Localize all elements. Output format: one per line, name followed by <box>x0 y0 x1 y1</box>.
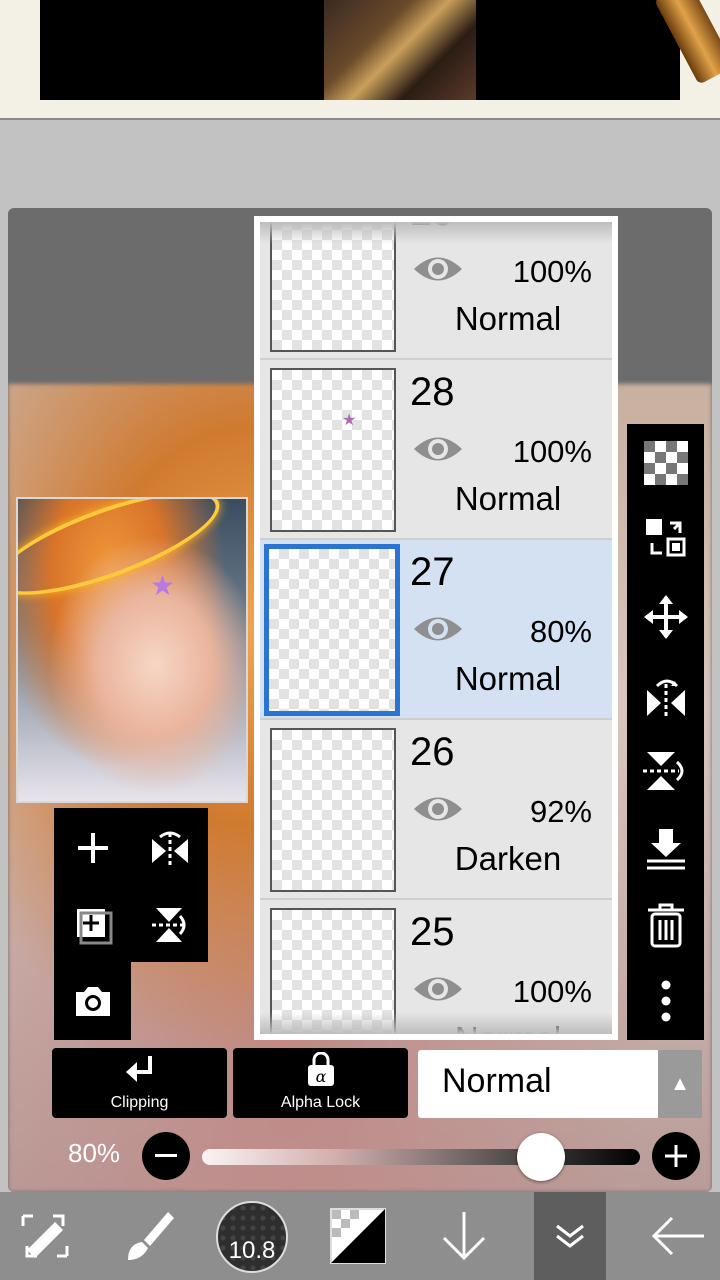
brush-icon <box>128 1212 174 1260</box>
layer-number: 29 <box>410 222 455 235</box>
flip-horizontal-icon <box>646 679 685 718</box>
flip-horizontal-button[interactable] <box>131 808 208 888</box>
opacity-label: 80% <box>68 1138 121 1168</box>
add-layer-icon <box>77 833 108 863</box>
layers-collapse-icon <box>556 1224 584 1248</box>
flip-horizontal-icon <box>151 831 188 865</box>
layer-tools-bar <box>627 424 704 1040</box>
dropdown-arrow-icon[interactable]: ▲ <box>658 1050 702 1118</box>
layer-blend-mode: Normal <box>454 300 562 337</box>
layer-opacity: 80% <box>529 614 592 649</box>
layer-list[interactable]: 29 100% Normal ★ 28 100% Normal 27 80% N… <box>260 222 612 1034</box>
star-sticker: ★ <box>150 570 176 601</box>
layer-thumbnail[interactable] <box>270 908 396 1034</box>
minus-icon <box>155 1154 177 1157</box>
visibility-eye-icon[interactable] <box>412 252 464 286</box>
layer-row[interactable]: 26 92% Darken <box>260 720 612 900</box>
alpha-lock-button[interactable]: α Alpha Lock <box>233 1048 408 1118</box>
blend-mode-select[interactable]: Normal ▲ <box>418 1050 702 1118</box>
color-icon <box>330 1208 386 1264</box>
delete-layer-button[interactable] <box>627 890 704 960</box>
camera-icon <box>75 987 110 1016</box>
visibility-eye-icon[interactable] <box>412 792 464 826</box>
layer-blend-mode: Normal <box>410 1020 606 1034</box>
layer-number: 28 <box>410 370 455 414</box>
duplicate-layer-icon <box>76 909 112 945</box>
brush-size-button[interactable]: 10.8 <box>216 1201 288 1273</box>
opacity-decrease-button[interactable] <box>142 1132 190 1180</box>
merge-down-button[interactable] <box>627 814 704 884</box>
swap-layer-icon <box>645 519 685 557</box>
move-button[interactable] <box>627 582 704 652</box>
alpha-lock-label: Alpha Lock <box>280 1094 361 1111</box>
transparency-button[interactable] <box>627 428 704 498</box>
ad-bottle-image <box>654 0 720 85</box>
bottom-toolbar <box>0 1192 720 1280</box>
color-picker-button[interactable] <box>320 1192 396 1280</box>
ad-image <box>324 0 720 100</box>
layer-thumbnail[interactable]: ★ <box>270 368 396 532</box>
layer-opacity: 92% <box>529 794 592 829</box>
swap-layer-button[interactable] <box>627 502 704 572</box>
brush-tool-button[interactable] <box>108 1192 188 1280</box>
trash-icon <box>647 903 684 948</box>
alpha-lock-icon: α <box>308 1052 334 1086</box>
layer-number: 27 <box>410 550 455 594</box>
flip-vertical-button[interactable] <box>131 888 208 962</box>
halo-shape <box>18 499 231 616</box>
duplicate-layer-button[interactable] <box>54 888 131 962</box>
transform-icon <box>21 1214 69 1258</box>
ad-strip <box>0 0 720 120</box>
layer-thumbnail[interactable] <box>270 222 396 352</box>
down-arrow-icon <box>442 1212 486 1261</box>
layer-row[interactable]: 25 100% Normal <box>260 900 612 1034</box>
clipping-button[interactable]: Clipping <box>52 1048 227 1118</box>
plus-icon <box>665 1145 687 1167</box>
transparency-icon <box>643 441 688 485</box>
transform-tool-button[interactable] <box>0 1192 90 1280</box>
brush-size-value: 10.8 <box>228 1237 276 1264</box>
layer-blend-mode: Darken <box>454 840 562 877</box>
visibility-eye-icon[interactable] <box>412 972 464 1006</box>
layer-opacity: 100% <box>512 434 592 469</box>
merge-down-icon <box>646 829 685 870</box>
layer-row[interactable]: ★ 28 100% Normal <box>260 360 612 540</box>
flip-vertical-icon <box>151 908 186 942</box>
add-layer-button[interactable] <box>54 808 131 888</box>
layer-thumbnail[interactable] <box>264 544 400 716</box>
more-options-button[interactable] <box>627 966 704 1036</box>
ad-banner[interactable] <box>40 0 720 100</box>
clipping-icon <box>126 1056 152 1082</box>
clipping-label: Clipping <box>110 1094 169 1111</box>
more-icon <box>661 980 670 1022</box>
down-arrow-button[interactable] <box>426 1192 502 1280</box>
layer-number: 25 <box>410 910 455 954</box>
canvas-thumbnail: ★ <box>16 497 248 803</box>
layer-row-selected[interactable]: 27 80% Normal <box>260 540 612 720</box>
blend-mode-value: Normal <box>442 1062 552 1100</box>
star-sticker: ★ <box>342 412 357 429</box>
visibility-eye-icon[interactable] <box>412 612 464 646</box>
layer-opacity: 100% <box>512 254 592 289</box>
layer-row[interactable]: 29 100% Normal <box>260 222 612 360</box>
layer-thumbnail[interactable] <box>270 728 396 892</box>
opacity-slider-handle[interactable] <box>517 1133 565 1181</box>
layer-blend-mode: Normal <box>454 660 562 697</box>
camera-button[interactable] <box>54 962 131 1040</box>
opacity-slider-track[interactable] <box>202 1149 640 1165</box>
opacity-increase-button[interactable] <box>652 1132 700 1180</box>
flip-vertical-button[interactable] <box>627 736 704 806</box>
layer-number: 26 <box>410 730 455 774</box>
layer-panel[interactable]: 29 100% Normal ★ 28 100% Normal 27 80% N… <box>254 216 618 1040</box>
flip-vertical-icon <box>642 752 683 790</box>
back-button[interactable] <box>636 1192 720 1280</box>
layer-blend-mode: Normal <box>454 480 562 517</box>
back-arrow-icon <box>651 1216 704 1256</box>
svg-text:α: α <box>316 1067 327 1086</box>
flip-horizontal-button[interactable] <box>627 662 704 732</box>
move-icon <box>643 595 688 639</box>
visibility-eye-icon[interactable] <box>412 432 464 466</box>
layer-opacity: 100% <box>512 974 592 1009</box>
layers-panel-button[interactable] <box>534 1192 606 1280</box>
